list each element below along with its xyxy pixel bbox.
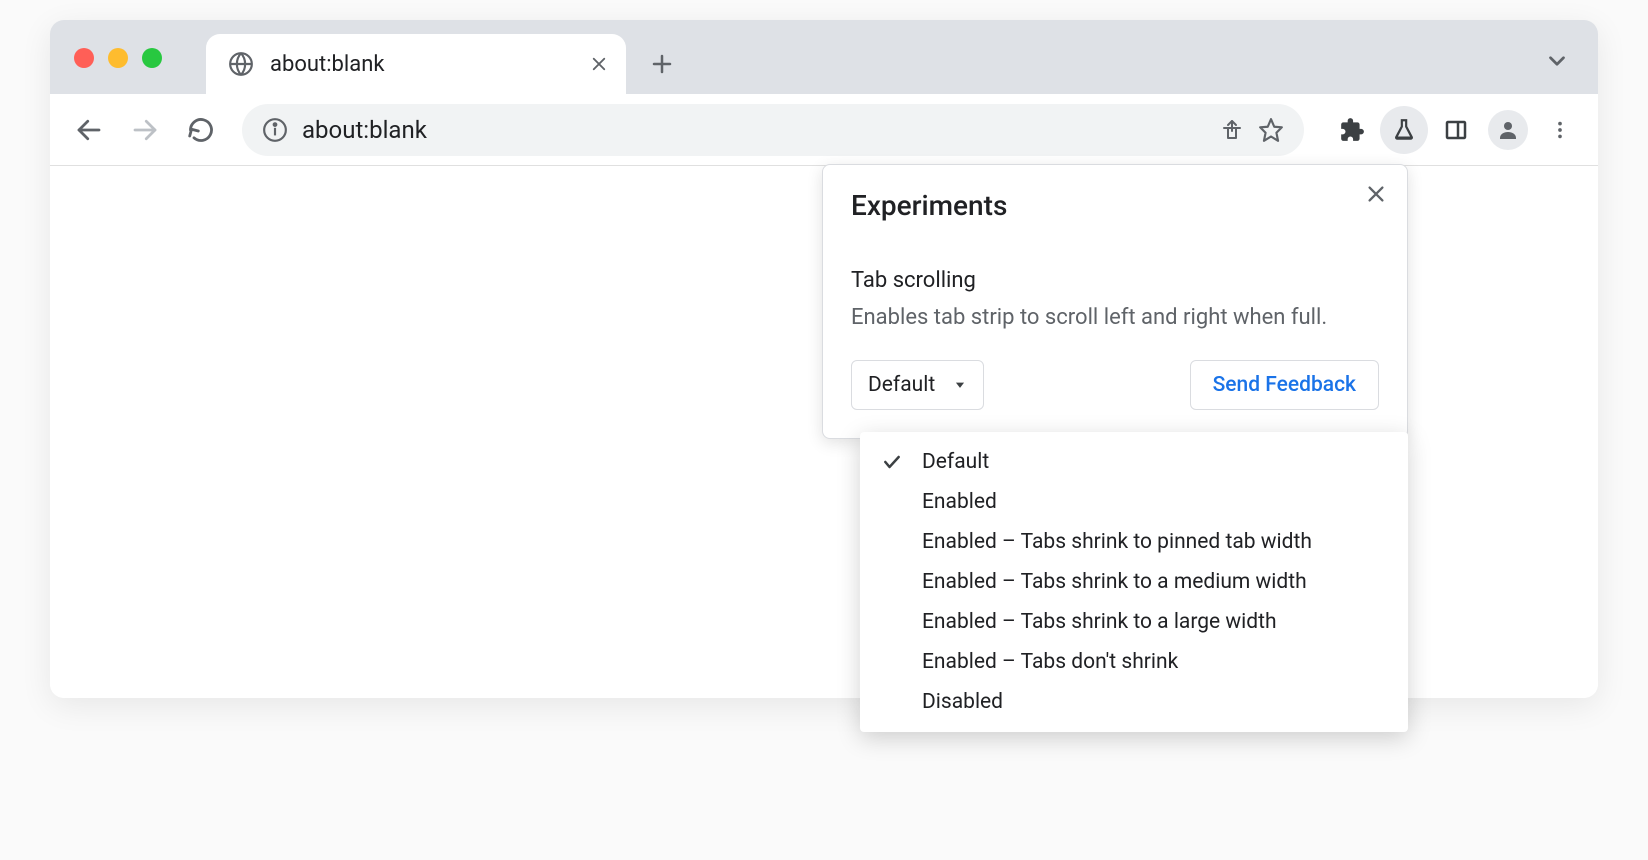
send-feedback-button[interactable]: Send Feedback <box>1190 360 1379 410</box>
dropdown-option[interactable]: Disabled <box>860 682 1408 722</box>
new-tab-button[interactable] <box>638 40 686 88</box>
dropdown-option[interactable]: Enabled – Tabs don't shrink <box>860 642 1408 682</box>
popup-close-button[interactable] <box>1365 183 1387 205</box>
menu-button[interactable] <box>1536 106 1584 154</box>
window-close-button[interactable] <box>74 48 94 68</box>
select-value: Default <box>868 373 935 397</box>
window-maximize-button[interactable] <box>142 48 162 68</box>
window-minimize-button[interactable] <box>108 48 128 68</box>
avatar-icon <box>1488 110 1528 150</box>
tab-close-button[interactable] <box>590 55 608 73</box>
dropdown-option-label: Default <box>922 450 989 474</box>
browser-tab[interactable]: about:blank <box>206 34 626 94</box>
tabstrip-chevron-down-icon[interactable] <box>1544 48 1570 74</box>
address-bar[interactable]: about:blank <box>242 104 1304 156</box>
experiments-flask-icon[interactable] <box>1380 106 1428 154</box>
dropdown-option-label: Enabled – Tabs shrink to pinned tab widt… <box>922 530 1312 554</box>
url-text: about:blank <box>302 116 1206 144</box>
side-panel-icon[interactable] <box>1432 106 1480 154</box>
tab-title: about:blank <box>270 52 574 77</box>
site-info-icon[interactable] <box>262 117 288 143</box>
globe-icon <box>228 51 254 77</box>
dropdown-option-label: Disabled <box>922 690 1003 714</box>
dropdown-option-label: Enabled – Tabs shrink to a medium width <box>922 570 1307 594</box>
dropdown-option-label: Enabled – Tabs shrink to a large width <box>922 610 1277 634</box>
experiment-name: Tab scrolling <box>851 268 1379 293</box>
dropdown-option[interactable]: Enabled – Tabs shrink to pinned tab widt… <box>860 522 1408 562</box>
toolbar: about:blank <box>50 94 1598 166</box>
popup-title: Experiments <box>851 189 1379 222</box>
experiment-dropdown-menu: Default Enabled Enabled – Tabs shrink to p… <box>860 432 1408 732</box>
dropdown-option-label: Enabled <box>922 490 997 514</box>
check-icon <box>882 452 904 472</box>
forward-button[interactable] <box>120 105 170 155</box>
dropdown-option[interactable]: Enabled – Tabs shrink to a large width <box>860 602 1408 642</box>
tab-strip: about:blank <box>50 20 1598 94</box>
extensions-icon[interactable] <box>1328 106 1376 154</box>
toolbar-actions <box>1328 106 1584 154</box>
dropdown-option[interactable]: Default <box>860 442 1408 482</box>
page-content: Experiments Tab scrolling Enables tab st… <box>50 166 1598 698</box>
caret-down-icon <box>953 378 967 392</box>
experiment-select[interactable]: Default <box>851 360 984 410</box>
dropdown-option[interactable]: Enabled – Tabs shrink to a medium width <box>860 562 1408 602</box>
profile-button[interactable] <box>1484 106 1532 154</box>
experiment-description: Enables tab strip to scroll left and rig… <box>851 303 1379 334</box>
share-icon[interactable] <box>1220 118 1244 142</box>
reload-button[interactable] <box>176 105 226 155</box>
bookmark-star-icon[interactable] <box>1258 117 1284 143</box>
back-button[interactable] <box>64 105 114 155</box>
dropdown-option[interactable]: Enabled <box>860 482 1408 522</box>
window-controls <box>74 48 162 68</box>
browser-window: about:blank about:blank <box>50 20 1598 698</box>
dropdown-option-label: Enabled – Tabs don't shrink <box>922 650 1178 674</box>
experiments-popup: Experiments Tab scrolling Enables tab st… <box>822 164 1408 439</box>
